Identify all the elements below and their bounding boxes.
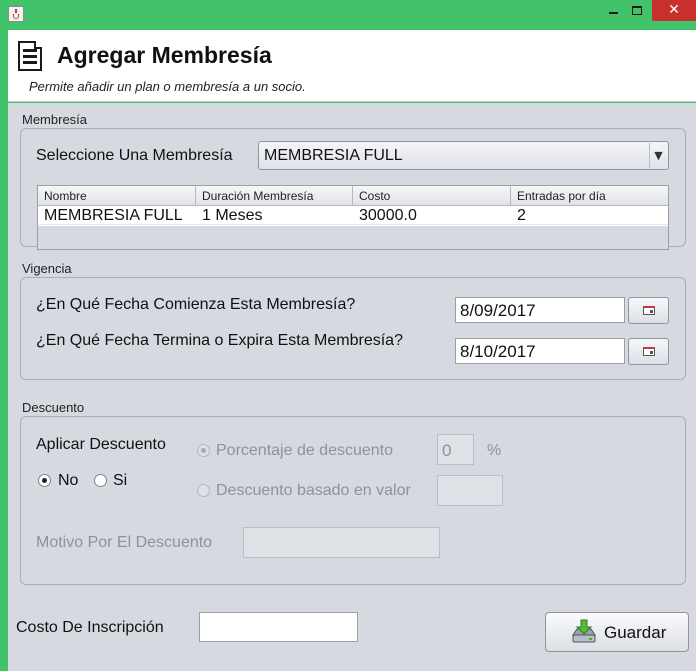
minimize-button[interactable]: [604, 0, 624, 22]
save-button-label: Guardar: [604, 623, 667, 642]
column-header-costo[interactable]: Costo: [353, 186, 511, 206]
discount-no-label[interactable]: No: [58, 472, 78, 490]
value-discount-radio[interactable]: [197, 484, 210, 497]
close-button[interactable]: ✕: [652, 0, 696, 21]
end-date-field[interactable]: 8/10/2017: [455, 338, 625, 364]
membership-select-value: MEMBRESIA FULL: [264, 147, 403, 164]
discount-reason-field[interactable]: [243, 527, 440, 558]
cell-entradas: 2: [517, 207, 526, 224]
discount-si-radio[interactable]: [94, 474, 107, 487]
cell-costo: 30000.0: [359, 207, 417, 224]
page-subtitle: Permite añadir un plan o membresía a un …: [29, 79, 306, 94]
discount-si-label[interactable]: Si: [113, 472, 127, 490]
membership-table[interactable]: Nombre Duración Membresía Costo Entradas…: [37, 185, 669, 250]
page-title: Agregar Membresía: [57, 42, 272, 68]
inscription-cost-field[interactable]: [199, 612, 358, 642]
start-date-field[interactable]: 8/09/2017: [455, 297, 625, 323]
start-date-label: ¿En Qué Fecha Comienza Esta Membresía?: [36, 296, 356, 313]
discount-no-radio[interactable]: [38, 474, 51, 487]
dialog-header: Agregar Membresía Permite añadir un plan…: [8, 30, 696, 102]
maximize-button[interactable]: [628, 0, 648, 22]
column-header-nombre[interactable]: Nombre: [38, 186, 196, 206]
value-discount-label[interactable]: Descuento basado en valor: [216, 482, 411, 500]
minimize-icon: [609, 12, 618, 14]
window-title-bar[interactable]: ✕: [0, 0, 696, 30]
column-header-duracion[interactable]: Duración Membresía: [196, 186, 353, 206]
table-empty-area: [38, 226, 668, 249]
column-header-entradas[interactable]: Entradas por día: [511, 186, 668, 206]
apply-discount-label: Aplicar Descuento: [36, 436, 166, 453]
start-date-picker-button[interactable]: [628, 297, 669, 324]
cell-nombre: MEMBRESIA FULL: [44, 207, 183, 224]
inscription-cost-label: Costo De Inscripción: [16, 619, 164, 636]
percent-discount-label[interactable]: Porcentaje de descuento: [216, 442, 393, 460]
percent-discount-radio[interactable]: [197, 444, 210, 457]
end-date-picker-button[interactable]: [628, 338, 669, 365]
java-app-icon: [8, 6, 24, 22]
value-discount-field[interactable]: [437, 475, 503, 506]
membership-select[interactable]: MEMBRESIA FULL ▼: [258, 141, 669, 170]
end-date-label: ¿En Qué Fecha Termina o Expira Esta Memb…: [36, 332, 403, 349]
save-drive-icon: [572, 619, 596, 643]
document-icon: [18, 41, 42, 71]
calendar-icon: [643, 347, 655, 356]
save-button[interactable]: Guardar: [545, 612, 689, 652]
vigencia-group: [20, 277, 686, 380]
maximize-icon: [632, 6, 642, 15]
percent-discount-field[interactable]: 0: [437, 434, 474, 465]
percent-unit-label: %: [487, 442, 502, 459]
section-label-vigencia: Vigencia: [22, 261, 72, 276]
discount-reason-label: Motivo Por El Descuento: [36, 534, 213, 551]
section-label-membresia: Membresía: [22, 112, 88, 127]
select-membership-label: Seleccione Una Membresía: [36, 147, 233, 164]
table-header: Nombre Duración Membresía Costo Entradas…: [38, 186, 668, 206]
chevron-down-icon[interactable]: ▼: [649, 143, 667, 168]
cell-duracion: 1 Meses: [202, 207, 263, 224]
calendar-icon: [643, 306, 655, 315]
section-label-descuento: Descuento: [22, 400, 85, 415]
close-icon: ✕: [668, 2, 680, 18]
